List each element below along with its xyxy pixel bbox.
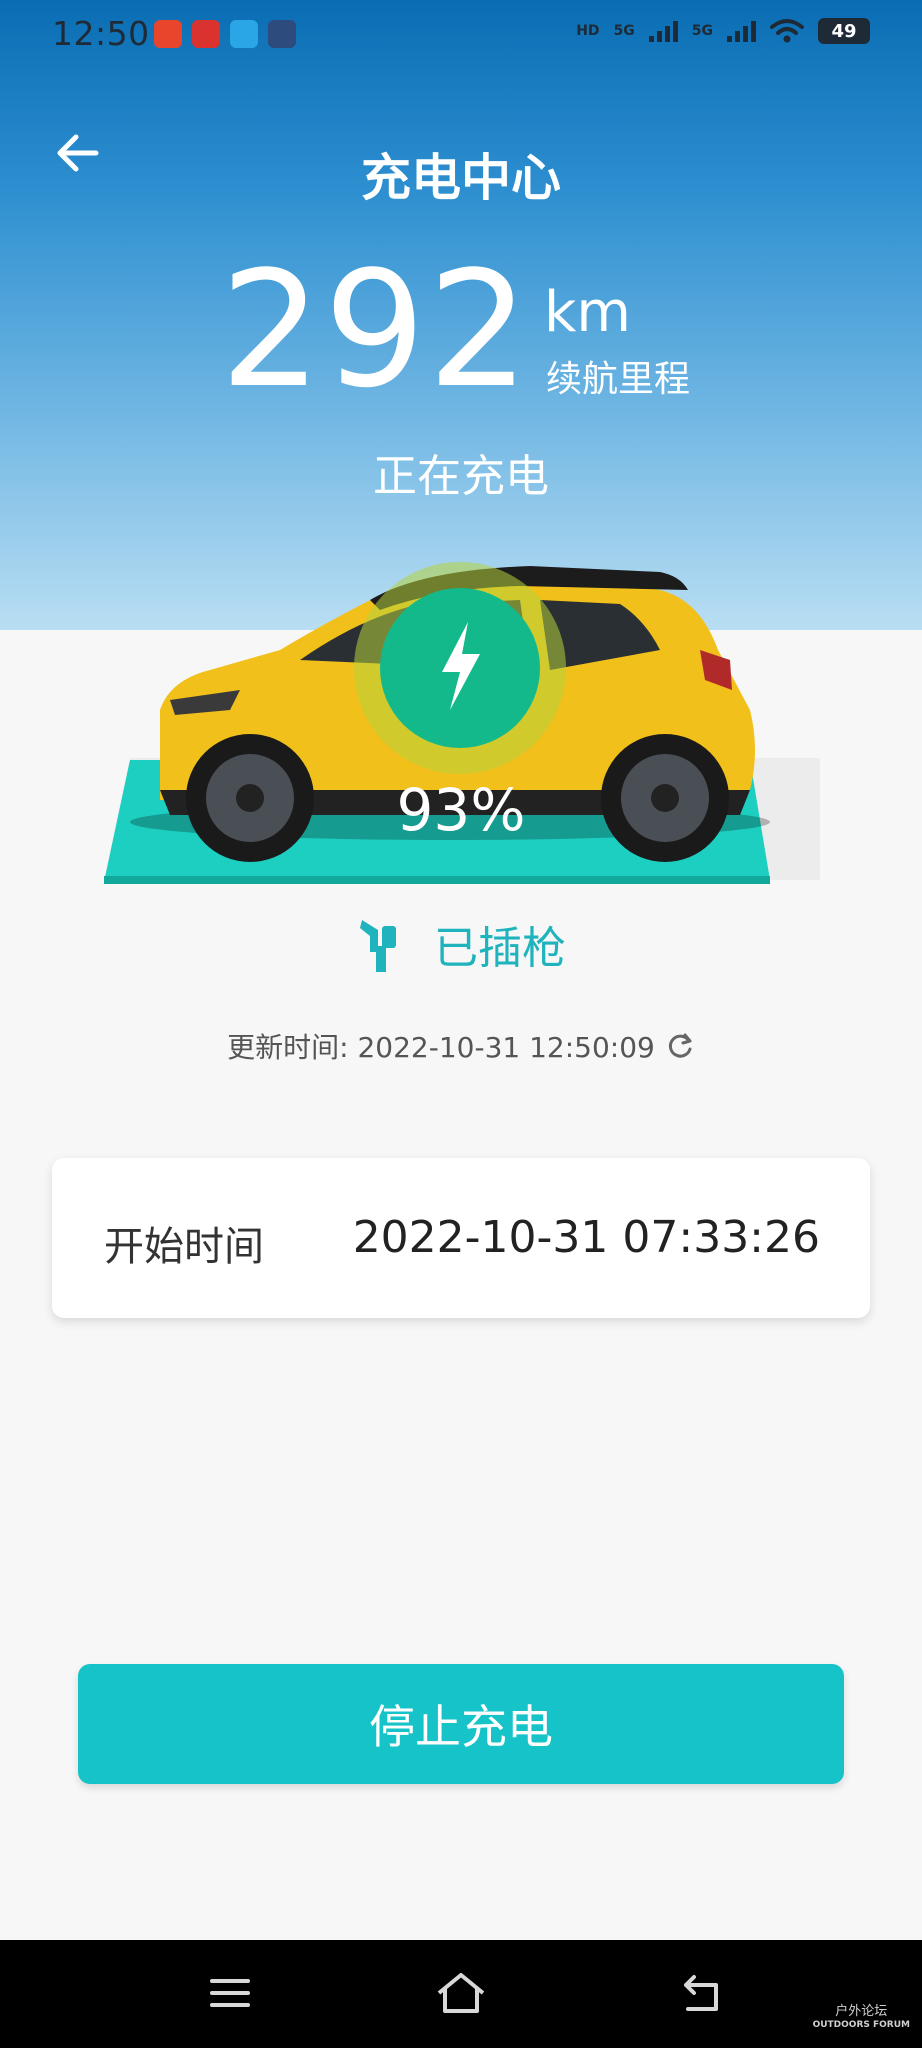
signal-icon	[648, 20, 678, 42]
hd-indicator: HD	[576, 23, 600, 39]
wifi-icon	[770, 19, 804, 43]
update-time: 更新时间: 2022-10-31 12:50:09	[0, 1026, 922, 1066]
nav-back-button[interactable]	[662, 1960, 742, 2026]
signal-icon	[727, 20, 756, 42]
update-time-text: 更新时间: 2022-10-31 12:50:09	[227, 1031, 655, 1064]
range-value: 292	[220, 236, 532, 423]
charging-plug-icon	[360, 920, 396, 972]
stop-charging-button[interactable]: 停止充电	[78, 1664, 844, 1784]
watermark: 户外论坛 OUTDOORS FORUM	[812, 2004, 910, 2030]
network-label-1: 5G	[613, 23, 635, 39]
notification-card-icon	[268, 20, 296, 48]
status-indicators: HD 5G 5G 49	[576, 18, 870, 44]
start-time-value: 2022-10-31 07:33:26	[352, 1212, 820, 1263]
start-time-label: 开始时间	[104, 1224, 264, 1270]
home-icon	[437, 1973, 485, 2013]
nav-home-button[interactable]	[421, 1960, 501, 2026]
notification-send-icon	[230, 20, 258, 48]
battery-percent: 93%	[396, 776, 526, 844]
nav-menu-button[interactable]	[190, 1960, 270, 2026]
notification-app-icon	[154, 20, 182, 48]
status-time: 12:50	[52, 14, 150, 53]
menu-icon	[210, 1979, 250, 2007]
plug-status-label: 已插枪	[434, 923, 566, 974]
notification-news-icon	[192, 20, 220, 48]
network-label-2: 5G	[691, 23, 713, 39]
start-time-card: 开始时间 2022-10-31 07:33:26	[52, 1158, 870, 1318]
refresh-icon[interactable]	[665, 1031, 695, 1061]
battery-indicator: 49	[818, 18, 870, 44]
charging-status: 正在充电	[373, 451, 549, 502]
back-icon	[684, 1975, 718, 2011]
plug-status: 已插枪	[0, 912, 922, 976]
range-unit: km	[544, 280, 631, 345]
range-label: 续航里程	[546, 359, 691, 400]
page-title: 充电中心	[361, 149, 561, 207]
